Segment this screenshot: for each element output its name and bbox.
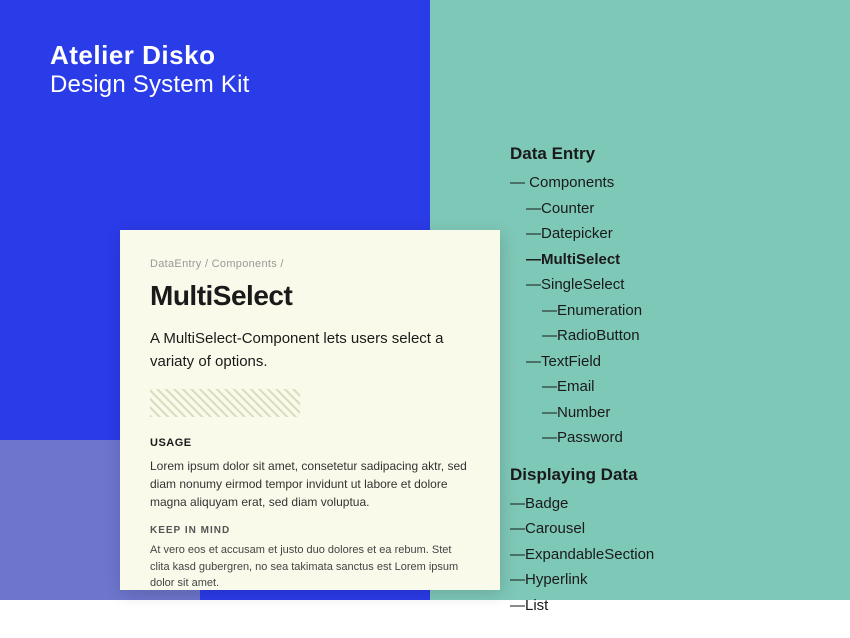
nav-panel: Data Entry — Components —Counter —Datepi…: [480, 110, 820, 638]
doc-title: MultiSelect: [150, 280, 470, 312]
nav-item-textfield[interactable]: —TextField: [510, 349, 790, 375]
nav-item-number[interactable]: —Number: [510, 400, 790, 426]
doc-usage-label: Usage: [150, 437, 470, 449]
nav-item-password[interactable]: —Password: [510, 425, 790, 451]
nav-section-data-entry: Data Entry — Components —Counter —Datepi…: [510, 144, 790, 451]
header: Atelier Disko Design System Kit: [50, 40, 249, 99]
app-title: Atelier Disko: [50, 40, 249, 71]
nav-item-carousel[interactable]: —Carousel: [510, 516, 790, 542]
nav-item-enumeration[interactable]: —Enumeration: [510, 298, 790, 324]
nav-item-badge[interactable]: —Badge: [510, 491, 790, 517]
nav-section-title-data-entry: Data Entry: [510, 144, 790, 164]
nav-item-datepicker[interactable]: —Datepicker: [510, 221, 790, 247]
nav-item-multiselect[interactable]: —MultiSelect: [510, 247, 790, 273]
nav-item-email[interactable]: —Email: [510, 374, 790, 400]
nav-item-list[interactable]: —List: [510, 593, 790, 619]
doc-breadcrumb: DataEntry / Components /: [150, 258, 470, 270]
nav-section-displaying-data: Displaying Data —Badge —Carousel —Expand…: [510, 465, 790, 619]
doc-usage-text: Lorem ipsum dolor sit amet, consetetur s…: [150, 457, 470, 511]
app-subtitle: Design System Kit: [50, 71, 249, 99]
nav-item-expandable-section[interactable]: —ExpandableSection: [510, 542, 790, 568]
nav-item-hyperlink[interactable]: —Hyperlink: [510, 567, 790, 593]
doc-hatched-pattern: [150, 389, 300, 417]
nav-item-counter[interactable]: —Counter: [510, 196, 790, 222]
doc-description: A MultiSelect-Component lets users selec…: [150, 328, 470, 373]
document-card: DataEntry / Components / MultiSelect A M…: [120, 230, 500, 590]
nav-section-title-displaying-data: Displaying Data: [510, 465, 790, 485]
nav-item-components[interactable]: — Components: [510, 170, 790, 196]
doc-keep-in-mind-text: At vero eos et accusam et justo duo dolo…: [150, 542, 470, 590]
doc-keep-in-mind-label: KEEP IN MIND: [150, 525, 470, 536]
nav-item-radiobutton[interactable]: —RadioButton: [510, 323, 790, 349]
nav-item-singleselect[interactable]: —SingleSelect: [510, 272, 790, 298]
